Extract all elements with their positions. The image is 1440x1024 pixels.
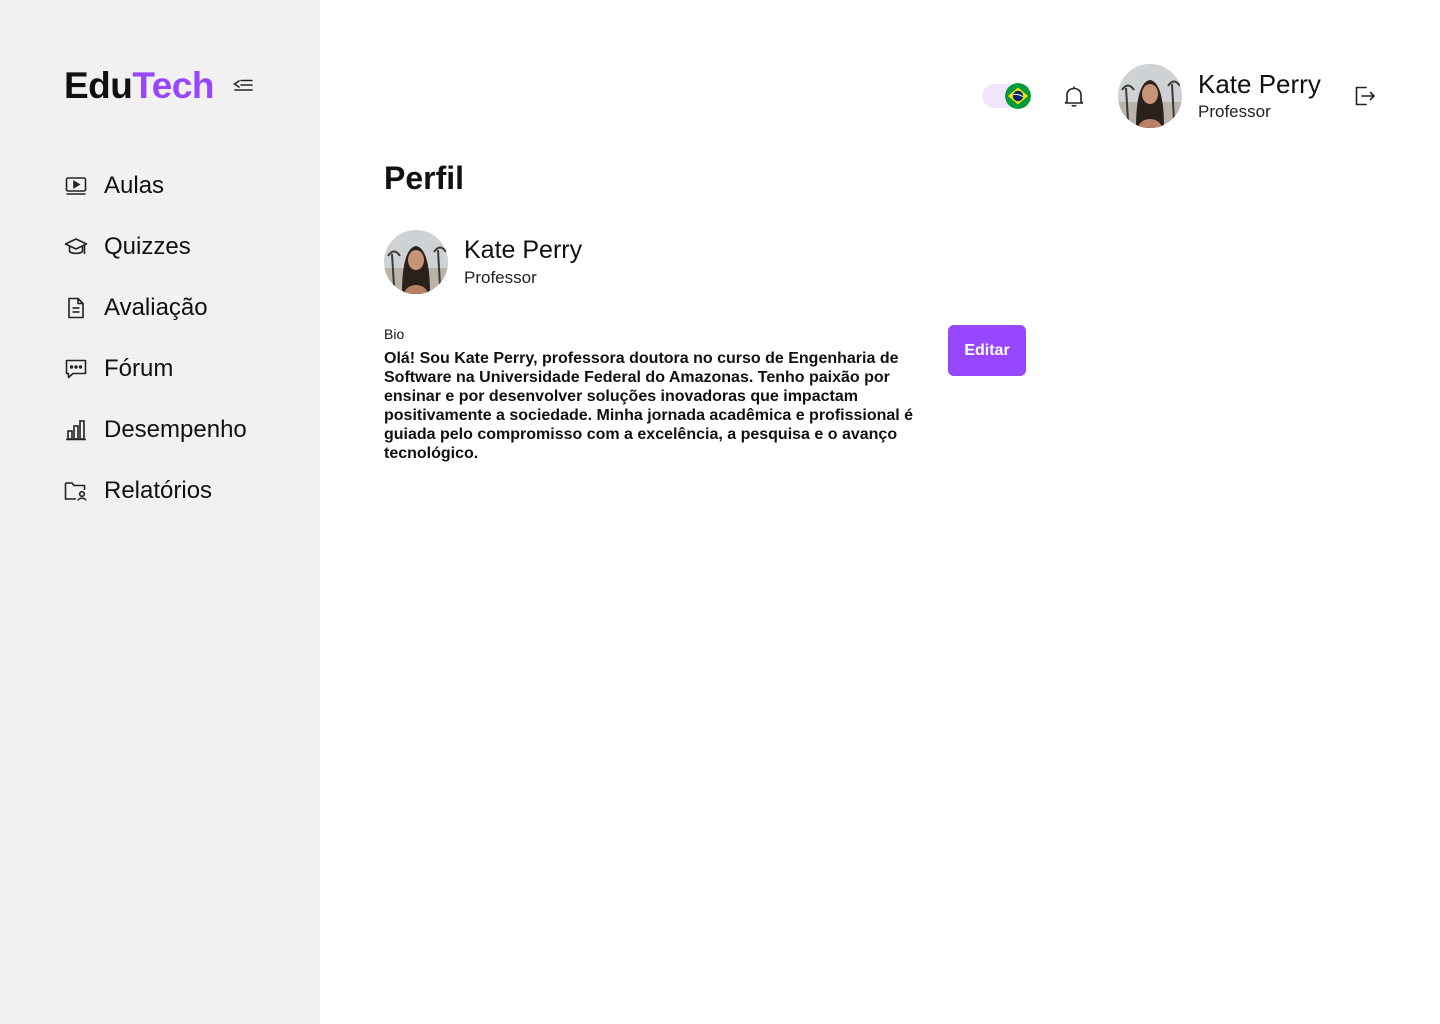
profile-name: Kate Perry bbox=[464, 236, 583, 264]
chat-icon bbox=[64, 357, 88, 381]
sidebar-item-label: Fórum bbox=[104, 355, 174, 382]
sidebar-item-relatorios[interactable]: Relatórios bbox=[64, 471, 247, 511]
logo-text-edu: Edu bbox=[64, 65, 133, 106]
sidebar-item-label: Aulas bbox=[104, 172, 165, 199]
brazil-flag-icon bbox=[1005, 83, 1031, 109]
notification-bell-icon[interactable] bbox=[1062, 84, 1086, 108]
sidebar-item-desempenho[interactable]: Desempenho bbox=[64, 410, 247, 450]
edit-button[interactable]: Editar bbox=[948, 325, 1026, 376]
profile-role: Professor bbox=[464, 268, 537, 287]
profile-avatar bbox=[384, 230, 448, 294]
header-user-info: Kate Perry Professor bbox=[1198, 68, 1321, 124]
profile-info: Kate Perry Professor bbox=[464, 234, 582, 290]
sidebar: EduTech Aulas Quizzes Avaliação Fórum De… bbox=[0, 0, 320, 1024]
sidebar-item-label: Avaliação bbox=[104, 294, 208, 321]
header-user-role: Professor bbox=[1198, 102, 1271, 121]
logout-icon[interactable] bbox=[1353, 84, 1377, 108]
video-lesson-icon bbox=[64, 174, 88, 198]
bar-chart-icon bbox=[64, 418, 88, 442]
page-title: Perfil bbox=[384, 160, 465, 196]
sidebar-item-label: Relatórios bbox=[104, 477, 213, 504]
sidebar-item-avaliacao[interactable]: Avaliação bbox=[64, 288, 247, 328]
collapse-menu-icon[interactable] bbox=[232, 75, 254, 97]
bio-label: Bio bbox=[384, 326, 405, 342]
sidebar-item-quizzes[interactable]: Quizzes bbox=[64, 227, 247, 267]
logo-text-tech: Tech bbox=[132, 65, 215, 106]
sidebar-item-label: Desempenho bbox=[104, 416, 247, 443]
logo: EduTech bbox=[64, 64, 215, 108]
language-toggle[interactable] bbox=[982, 82, 1031, 110]
folder-user-icon bbox=[64, 479, 88, 503]
sidebar-item-aulas[interactable]: Aulas bbox=[64, 166, 247, 206]
user-avatar[interactable] bbox=[1118, 64, 1182, 128]
sidebar-item-label: Quizzes bbox=[104, 233, 191, 260]
sidebar-nav: Aulas Quizzes Avaliação Fórum Desempenho… bbox=[64, 166, 247, 532]
header-user-name: Kate Perry bbox=[1198, 69, 1321, 99]
logo-row: EduTech bbox=[64, 64, 254, 108]
sidebar-item-forum[interactable]: Fórum bbox=[64, 349, 247, 389]
bio-text: Olá! Sou Kate Perry, professora doutora … bbox=[384, 350, 914, 462]
document-icon bbox=[64, 296, 88, 320]
graduation-cap-icon bbox=[64, 235, 88, 259]
